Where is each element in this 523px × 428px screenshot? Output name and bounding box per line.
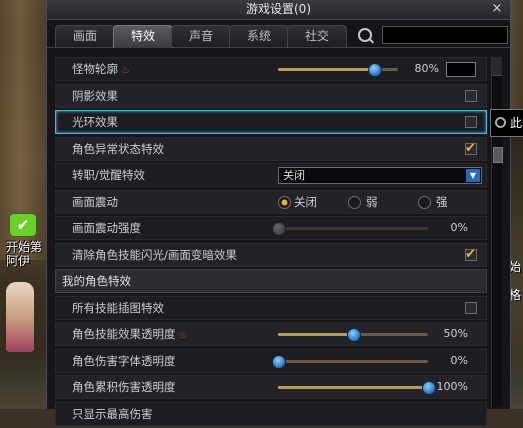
flame-icon: ♨ — [178, 330, 188, 341]
slider-value: 0% — [450, 221, 468, 234]
setting-label: 角色伤害字体透明度 — [72, 353, 176, 368]
setting-label: 清除角色技能闪光/画面变暗效果 — [72, 247, 237, 262]
shadow-checkbox[interactable] — [465, 89, 477, 102]
radio-shake-weak[interactable] — [348, 195, 361, 209]
gear-icon — [495, 117, 506, 128]
row-damage-font-opacity: 角色伤害字体透明度 0% — [55, 348, 487, 373]
awaken-select[interactable]: 关闭 ▼ — [278, 167, 482, 184]
skill-opacity-slider[interactable] — [278, 328, 428, 342]
slider-fill — [278, 68, 374, 71]
slider-value: 100% — [436, 380, 468, 393]
radio-label: 弱 — [366, 194, 378, 209]
cumulative-damage-slider[interactable] — [278, 381, 436, 395]
setting-label: 阴影效果 — [72, 88, 118, 103]
slider-value: 50% — [443, 327, 468, 340]
tab-system[interactable]: 系统 — [229, 25, 289, 47]
row-max-damage-only: 只显示最高伤害 — [55, 401, 487, 426]
chevron-down-icon[interactable]: ▼ — [466, 169, 480, 182]
row-abnormal-status: 角色异常状态特效 — [55, 136, 487, 161]
aura-checkbox[interactable] — [465, 116, 477, 128]
radio-label: 强 — [436, 194, 448, 209]
tooltip-text: 此 — [510, 116, 523, 130]
window-title: 游戏设置(0) — [246, 2, 311, 16]
row-awaken-effect: 转职/觉醒特效 关闭 ▼ — [55, 163, 487, 187]
search-input[interactable] — [382, 26, 508, 44]
select-value: 关闭 — [283, 169, 305, 182]
setting-label: 光环效果 — [72, 115, 118, 129]
setting-label: 画面震动强度 — [72, 221, 141, 235]
slider-knob[interactable] — [272, 354, 286, 369]
setting-label: 画面震动 — [72, 194, 118, 209]
slider-fill — [278, 333, 353, 336]
outline-color-swatch[interactable] — [446, 62, 476, 77]
section-title: 我的角色特效 — [62, 274, 131, 288]
tooltip: 此 — [490, 109, 523, 137]
npc-check-badge-icon[interactable]: ✔ — [9, 213, 37, 237]
search-icon[interactable] — [358, 28, 372, 42]
row-skill-opacity: 角色技能效果透明度 ♨ 50% — [55, 322, 487, 346]
row-skill-art: 所有技能插图特效 — [55, 295, 487, 320]
close-button[interactable]: × — [490, 2, 504, 16]
slider-value: 0% — [450, 353, 468, 367]
scrollbar-top[interactable] — [492, 57, 502, 76]
setting-label: 怪物轮廓 — [72, 62, 118, 76]
slider-value: 80% — [414, 62, 439, 75]
row-screen-shake: 画面震动 关闭 弱 强 — [55, 189, 487, 214]
monster-outline-slider[interactable] — [278, 63, 398, 77]
slider-knob[interactable] — [368, 63, 382, 77]
row-shake-strength: 画面震动强度 0% — [55, 216, 487, 240]
tab-effects[interactable]: 特效 — [113, 25, 173, 48]
skill-art-checkbox[interactable] — [465, 301, 477, 314]
tab-bar: 画面 特效 声音 系统 社交 — [47, 25, 510, 48]
tab-sound[interactable]: 声音 — [171, 25, 231, 47]
scrollbar-thumb[interactable] — [493, 147, 503, 163]
clear-flash-checkbox[interactable] — [465, 244, 477, 266]
tab-social[interactable]: 社交 — [287, 25, 347, 47]
title-bar[interactable]: 游戏设置(0) × — [47, 0, 510, 20]
row-aura: 光环效果 — [55, 110, 487, 134]
settings-list: 怪物轮廓♨ 80% 阴影效果 光环效果 角色异常状态特效 转职/觉醒特效 — [55, 57, 487, 428]
npc-character[interactable] — [6, 282, 34, 352]
radio-shake-off[interactable] — [278, 195, 291, 209]
row-cumulative-damage: 角色累积伤害透明度 100% — [55, 375, 487, 399]
npc-name: 开始第 阿伊 — [6, 240, 43, 268]
setting-label: 角色累积伤害透明度 — [72, 380, 176, 394]
slider-knob[interactable] — [347, 328, 361, 342]
setting-label: 角色异常状态特效 — [72, 141, 164, 156]
flame-icon: ♨ — [121, 65, 130, 76]
abnormal-checkbox[interactable] — [465, 138, 477, 160]
row-shadow: 阴影效果 — [55, 83, 487, 108]
row-clear-flash: 清除角色技能闪光/画面变暗效果 — [55, 242, 487, 267]
slider-knob[interactable] — [272, 222, 286, 236]
slider-knob[interactable] — [422, 381, 436, 395]
setting-label: 转职/觉醒特效 — [72, 168, 145, 182]
shake-strength-slider[interactable] — [272, 222, 428, 236]
section-header-my-character: 我的角色特效 — [55, 269, 487, 293]
row-monster-outline: 怪物轮廓 ♨ 80% — [55, 57, 487, 81]
setting-label: 角色技能效果透明度 — [72, 327, 176, 341]
setting-label: 所有技能插图特效 — [72, 300, 164, 315]
damage-font-slider[interactable] — [272, 354, 428, 369]
slider-fill — [278, 386, 428, 389]
tab-graphics[interactable]: 画面 — [55, 25, 115, 47]
radio-shake-strong[interactable] — [418, 195, 431, 209]
settings-window: 游戏设置(0) × 画面 特效 声音 系统 社交 怪物轮廓 ♨ 80% 阴影效果 … — [46, 0, 511, 426]
radio-label: 关闭 — [294, 194, 317, 209]
